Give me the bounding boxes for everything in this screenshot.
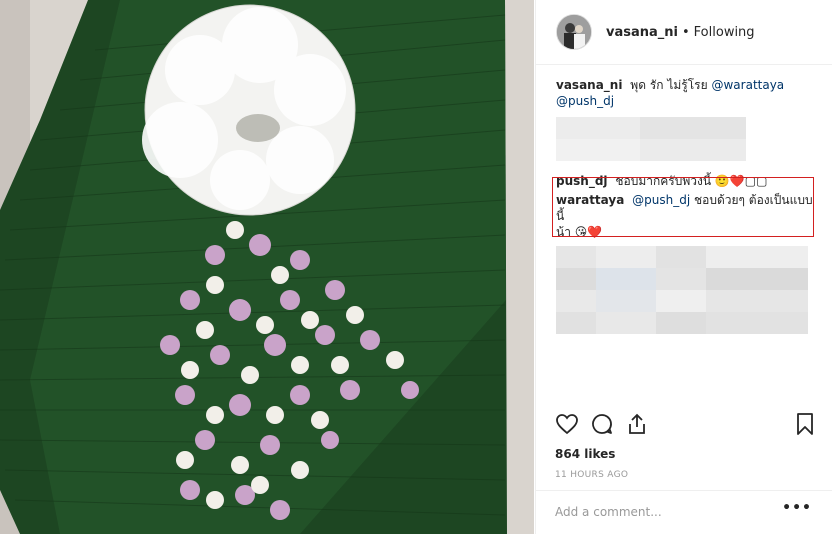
author-username[interactable]: vasana_ni: [606, 25, 678, 40]
caption-username[interactable]: vasana_ni: [556, 78, 622, 92]
following-button[interactable]: Following: [694, 25, 755, 40]
heart-icon[interactable]: [555, 412, 579, 440]
pixelated-comment-1: [556, 117, 746, 161]
comment-input[interactable]: Add a comment...: [555, 505, 662, 519]
post-photo[interactable]: [0, 0, 534, 534]
avatar[interactable]: [556, 14, 592, 50]
post-timestamp: 11 HOURS AGO: [555, 470, 629, 480]
likes-count[interactable]: 864 likes: [555, 447, 615, 461]
add-comment-bar: Add a comment... •••: [535, 490, 832, 534]
caption-text: พุด รัก ไม่รู้โรย: [630, 78, 708, 92]
caption-mention-warattaya[interactable]: @warattaya: [711, 78, 784, 92]
red-highlight-box: [552, 177, 814, 237]
share-icon[interactable]: [625, 412, 649, 440]
separator-dot: •: [682, 24, 690, 40]
bookmark-icon[interactable]: [793, 412, 817, 440]
caption-mention-push-dj[interactable]: @push_dj: [556, 94, 614, 108]
action-bar: [555, 412, 815, 442]
pixelated-comments-2: [556, 246, 808, 334]
flower-garland-on-banana-leaf-image: [0, 0, 534, 534]
caption: vasana_ni พุด รัก ไม่รู้โรย @warattaya @…: [556, 77, 813, 109]
more-options-icon[interactable]: •••: [782, 500, 812, 516]
post-header: vasana_ni • Following: [536, 0, 832, 65]
comment-bubble-icon[interactable]: [590, 412, 614, 440]
